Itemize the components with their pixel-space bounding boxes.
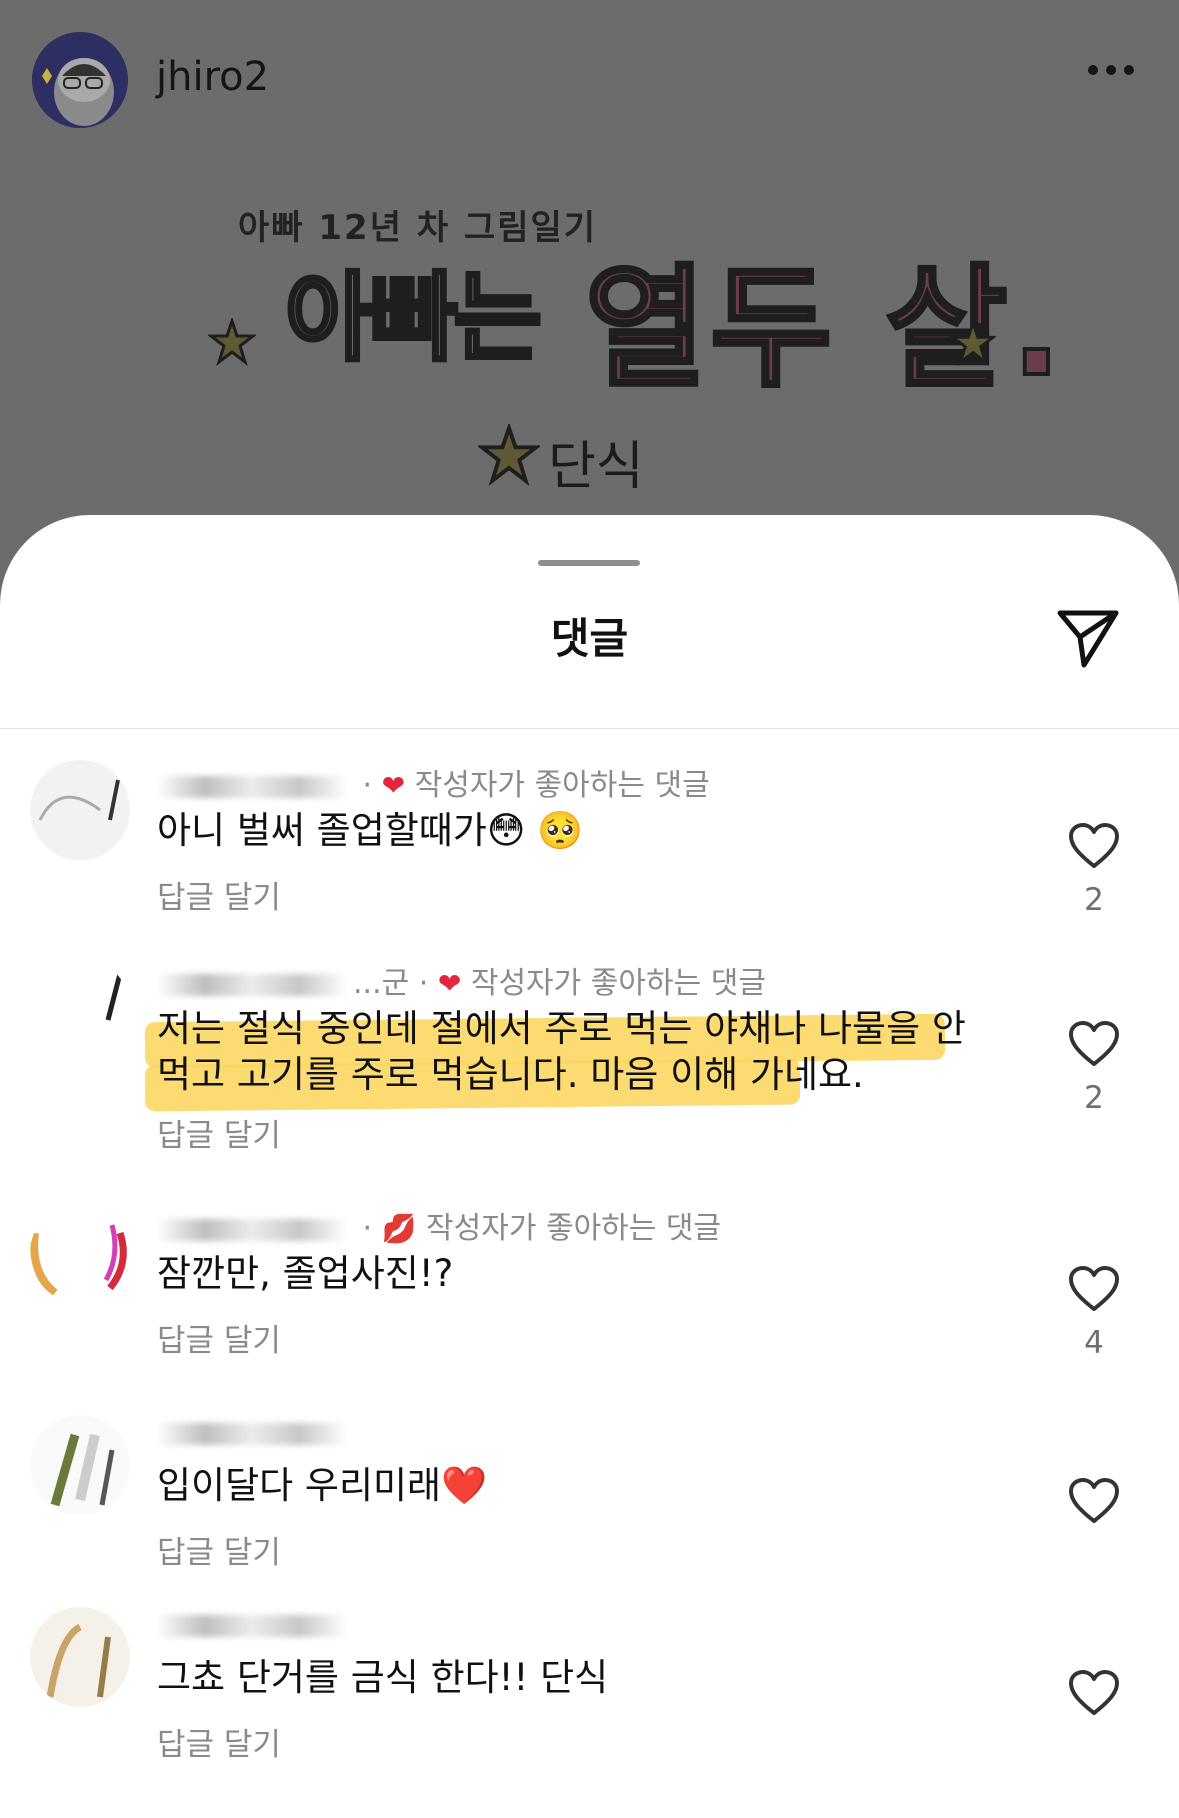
author-avatar[interactable] <box>32 32 128 128</box>
comment-item: · 💋 작성자가 좋아하는 댓글 잠깐만, 졸업사진!? 답글 달기 4 <box>0 1203 1179 1393</box>
star-icon <box>950 320 996 366</box>
post-header: jhiro2 <box>0 0 1179 160</box>
post-image-title-part1: 아빠는 <box>283 260 544 376</box>
reply-button[interactable]: 답글 달기 <box>157 872 281 917</box>
author-name-suffix: ...군 <box>353 966 410 1001</box>
heart-outline-icon[interactable] <box>1068 1020 1120 1068</box>
comment-text: 아니 벌써 졸업할때가😳 🥺 <box>157 809 584 852</box>
heart-outline-icon[interactable] <box>1068 822 1120 870</box>
star-icon <box>478 424 540 486</box>
comment-meta <box>157 1415 353 1450</box>
comment-meta: · ❤ 작성자가 좋아하는 댓글 <box>157 760 710 804</box>
reply-button[interactable]: 답글 달기 <box>157 1527 281 1572</box>
redacted-username <box>157 1218 347 1241</box>
reply-button[interactable]: 답글 달기 <box>157 1719 281 1764</box>
author-liked-badge: 작성자가 좋아하는 댓글 <box>470 966 766 1001</box>
redacted-username <box>157 1422 347 1445</box>
sheet-title: 댓글 <box>550 614 629 663</box>
author-liked-badge: 작성자가 좋아하는 댓글 <box>426 1211 722 1246</box>
heart-outline-icon[interactable] <box>1068 1265 1120 1313</box>
lips-icon: 💋 <box>381 1212 417 1245</box>
comments-sheet: 댓글 · ❤ 작성자가 좋아하는 댓글 아니 벌써 졸업할때가😳 🥺 답글 달기… <box>0 515 1179 1818</box>
like-count: 2 <box>1084 882 1104 918</box>
comment-text: 그쵸 단거를 금식 한다!! 단식 <box>157 1656 609 1699</box>
comment-meta <box>157 1607 353 1642</box>
sheet-drag-handle[interactable] <box>538 560 640 566</box>
redacted-username <box>157 973 347 996</box>
more-icon[interactable] <box>1085 60 1137 80</box>
heart-red-icon: ❤ <box>381 769 406 802</box>
comment-item: 그쵸 단거를 금식 한다!! 단식 답글 달기 <box>0 1607 1179 1797</box>
reply-button[interactable]: 답글 달기 <box>157 1110 281 1155</box>
comment-text: 저는 절식 중인데 절에서 주로 먹는 야채나 나물을 안먹고 고기를 주로 먹… <box>157 1007 966 1096</box>
post-username[interactable]: jhiro2 <box>156 54 269 100</box>
redacted-username <box>157 775 347 798</box>
sheet-divider <box>0 728 1179 729</box>
comment-item: · ❤ 작성자가 좋아하는 댓글 아니 벌써 졸업할때가😳 🥺 답글 달기 2 <box>0 760 1179 950</box>
post-image-chapter: 단식 <box>548 437 644 497</box>
heart-red-icon: ❤ <box>437 967 462 1000</box>
commenter-avatar[interactable] <box>30 958 130 1058</box>
heart-outline-icon[interactable] <box>1068 1477 1120 1525</box>
post-image-title-part2: 열두 살. <box>583 250 1066 408</box>
heart-outline-icon[interactable] <box>1068 1669 1120 1717</box>
commenter-avatar[interactable] <box>30 760 130 860</box>
commenter-avatar[interactable] <box>30 1203 130 1303</box>
comment-meta: · 💋 작성자가 좋아하는 댓글 <box>157 1203 721 1247</box>
commenter-avatar[interactable] <box>30 1415 130 1515</box>
author-liked-badge: 작성자가 좋아하는 댓글 <box>414 768 710 803</box>
like-count: 4 <box>1084 1325 1104 1361</box>
comment-item: ...군 · ❤ 작성자가 좋아하는 댓글 저는 절식 중인데 절에서 주로 먹… <box>0 958 1179 1178</box>
comment-text: 입이달다 우리미래❤️ <box>157 1464 488 1507</box>
comment-item: 입이달다 우리미래❤️ 답글 달기 <box>0 1415 1179 1585</box>
like-count: 2 <box>1084 1080 1104 1116</box>
commenter-avatar[interactable] <box>30 1607 130 1707</box>
star-icon <box>208 318 256 366</box>
redacted-username <box>157 1614 347 1637</box>
share-icon[interactable] <box>1052 601 1124 673</box>
comment-text: 잠깐만, 졸업사진!? <box>157 1252 454 1295</box>
reply-button[interactable]: 답글 달기 <box>157 1315 281 1360</box>
comment-meta: ...군 · ❤ 작성자가 좋아하는 댓글 <box>157 958 766 1002</box>
